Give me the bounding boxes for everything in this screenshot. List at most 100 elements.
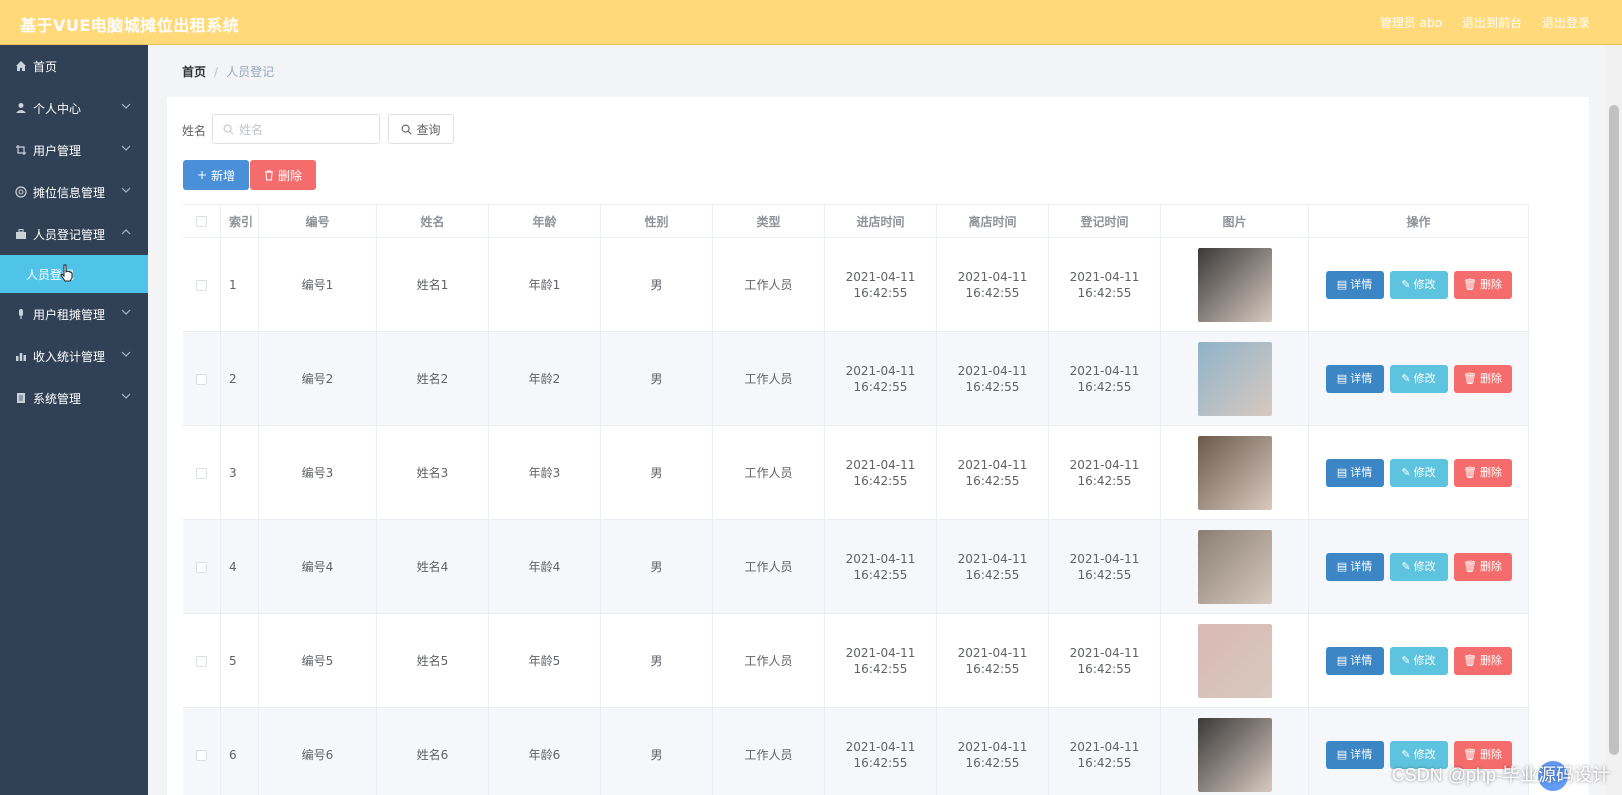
row-select[interactable]: [183, 520, 221, 614]
column-header: 年龄: [489, 205, 601, 238]
cell-photo: [1161, 332, 1309, 426]
row-select[interactable]: [183, 238, 221, 332]
sidebar-item-system[interactable]: 系统管理: [0, 377, 148, 419]
scrollbar-thumb[interactable]: [1609, 105, 1619, 755]
sidebar-item-label: 收入统计管理: [33, 349, 106, 364]
cell-index: 3: [221, 426, 259, 520]
detail-button[interactable]: ▤ 详情: [1325, 365, 1384, 393]
delete-button[interactable]: 🗑 删除: [1453, 459, 1512, 487]
cell-gender: 男: [601, 426, 713, 520]
column-header: 登记时间: [1049, 205, 1161, 238]
add-button-label: 新增: [211, 168, 236, 183]
row-select[interactable]: [183, 708, 221, 795]
staff-photo[interactable]: [1197, 342, 1272, 416]
edit-button[interactable]: ✎ 修改: [1389, 365, 1448, 393]
sidebar-item-label: 首页: [33, 59, 58, 74]
detail-button[interactable]: ▤ 详情: [1325, 459, 1384, 487]
checkbox[interactable]: [196, 749, 207, 761]
trash-icon: 🗑: [1463, 654, 1477, 667]
column-header: 类型: [713, 205, 825, 238]
edit-button-label: 修改: [1413, 466, 1436, 479]
cell-register-time: 2021-04-11 16:42:55: [1049, 520, 1161, 614]
add-button[interactable]: + 新增: [183, 160, 249, 190]
table-row: 3 编号3 姓名3 年龄3 男工作人员 2021-04-11 16:42:55 2021-0…: [183, 426, 1529, 520]
delete-button[interactable]: 🗑 删除: [1453, 647, 1512, 675]
trash-icon: [264, 170, 273, 180]
checkbox[interactable]: [196, 373, 207, 385]
cell-type: 工作人员: [713, 614, 825, 708]
watermark: CSDN @php-毕业源码设计: [1391, 765, 1610, 785]
delete-button-label: 删除: [1479, 372, 1502, 385]
edit-button-label: 修改: [1413, 372, 1436, 385]
staff-photo[interactable]: [1197, 718, 1272, 792]
sidebar-item-staff-registration[interactable]: 人员登记管理: [0, 213, 148, 255]
cell-code: 编号1: [259, 238, 377, 332]
cell-name: 姓名2: [377, 332, 489, 426]
header-select-all[interactable]: [183, 205, 221, 238]
breadcrumb: 首页 / 人员登记: [182, 63, 274, 80]
cell-gender: 男: [601, 708, 713, 795]
staff-photo[interactable]: [1197, 530, 1272, 604]
checkbox[interactable]: [196, 216, 207, 227]
chevron-down-icon: [121, 309, 131, 315]
back-to-front-link[interactable]: 退出到前台: [1462, 14, 1522, 31]
cell-checkout-time: 2021-04-11 16:42:55: [937, 238, 1049, 332]
logout-link[interactable]: 退出登录: [1542, 14, 1590, 31]
admin-label: 管理员 abo: [1379, 16, 1442, 30]
top-bar: 基于VUE电脑城摊位出租系统 管理员 abo 退出到前台 退出登录: [0, 0, 1622, 45]
edit-button[interactable]: ✎ 修改: [1389, 553, 1448, 581]
sidebar-item-label: 系统管理: [33, 391, 82, 406]
mic-icon: [14, 307, 28, 321]
sidebar-subitem-staff-registration[interactable]: 人员登记: [0, 255, 148, 293]
detail-button-label: 详情: [1350, 654, 1373, 667]
query-button[interactable]: 查询: [388, 114, 454, 144]
cell-code: 编号6: [259, 708, 377, 795]
detail-button[interactable]: ▤ 详情: [1325, 741, 1384, 769]
staff-photo[interactable]: [1197, 624, 1272, 698]
staff-photo[interactable]: [1197, 436, 1272, 510]
edit-button[interactable]: ✎ 修改: [1389, 459, 1448, 487]
edit-button[interactable]: ✎ 修改: [1389, 271, 1448, 299]
sidebar-item-rental[interactable]: 用户租摊管理: [0, 293, 148, 335]
detail-button[interactable]: ▤ 详情: [1325, 271, 1384, 299]
cell-register-time: 2021-04-11 16:42:55: [1049, 332, 1161, 426]
row-select[interactable]: [183, 614, 221, 708]
scrollbar[interactable]: [1606, 45, 1622, 795]
sidebar-item-users[interactable]: 用户管理: [0, 129, 148, 171]
checkbox[interactable]: [196, 467, 207, 479]
cell-name: 姓名1: [377, 238, 489, 332]
search-icon: [402, 124, 412, 134]
batch-delete-button[interactable]: 删除: [250, 160, 316, 190]
search-placeholder: 姓名: [239, 122, 264, 137]
cell-actions: ▤ 详情 ✎ 修改 🗑 删除: [1309, 426, 1529, 520]
search-input[interactable]: 姓名: [212, 114, 380, 144]
delete-button[interactable]: 🗑 删除: [1453, 553, 1512, 581]
cell-gender: 男: [601, 520, 713, 614]
cell-photo: [1161, 614, 1309, 708]
staff-photo[interactable]: [1197, 248, 1272, 322]
delete-button[interactable]: 🗑 删除: [1453, 271, 1512, 299]
sidebar-item-home[interactable]: 首页: [0, 45, 148, 87]
cell-gender: 男: [601, 238, 713, 332]
pencil-icon: ✎: [1401, 654, 1411, 667]
row-select[interactable]: [183, 332, 221, 426]
row-select[interactable]: [183, 426, 221, 520]
edit-button-label: 修改: [1413, 654, 1436, 667]
sidebar-item-income[interactable]: 收入统计管理: [0, 335, 148, 377]
edit-button[interactable]: ✎ 修改: [1389, 647, 1448, 675]
checkbox[interactable]: [196, 279, 207, 291]
breadcrumb-home[interactable]: 首页: [182, 63, 206, 80]
content-panel: 姓名 姓名 查询 + 新增 删除 索引 编号 姓名 年龄 性别 类型 进店时间 …: [167, 97, 1589, 795]
checkbox[interactable]: [196, 655, 207, 667]
delete-button-label: 删除: [1479, 466, 1502, 479]
delete-button[interactable]: 🗑 删除: [1453, 365, 1512, 393]
cell-checkin-time: 2021-04-11 16:42:55: [825, 238, 937, 332]
checkbox[interactable]: [196, 561, 207, 573]
cell-type: 工作人员: [713, 332, 825, 426]
detail-button[interactable]: ▤ 详情: [1325, 553, 1384, 581]
cell-photo: [1161, 520, 1309, 614]
detail-button[interactable]: ▤ 详情: [1325, 647, 1384, 675]
sidebar-item-personal[interactable]: 个人中心: [0, 87, 148, 129]
cell-register-time: 2021-04-11 16:42:55: [1049, 708, 1161, 795]
sidebar-item-booth[interactable]: 摊位信息管理: [0, 171, 148, 213]
